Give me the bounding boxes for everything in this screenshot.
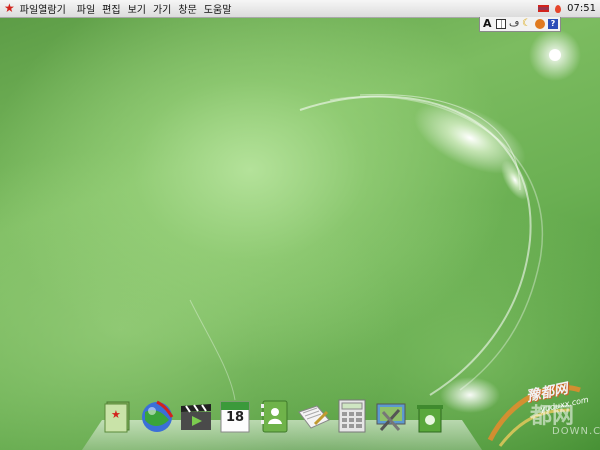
help-icon[interactable]: ? bbox=[548, 19, 558, 29]
system-tray: 07:51 bbox=[538, 0, 596, 17]
menu-window[interactable]: 창문 bbox=[178, 1, 203, 16]
punctuation-icon[interactable]: ڡ bbox=[509, 19, 519, 29]
watermark: 豫都网 yuduxx.com 都网 DOWN.COM bbox=[470, 360, 600, 450]
input-mode-letter[interactable]: A bbox=[483, 18, 493, 29]
menu-file-browser[interactable]: 파일열람기 bbox=[20, 1, 77, 16]
flag-icon[interactable] bbox=[538, 5, 550, 12]
menu-go[interactable]: 가기 bbox=[153, 1, 178, 16]
menu-edit[interactable]: 편집 bbox=[102, 1, 127, 16]
menu-view[interactable]: 보기 bbox=[128, 1, 153, 16]
trash-icon[interactable] bbox=[412, 396, 448, 434]
web-browser-icon[interactable] bbox=[139, 396, 175, 434]
watermark-domain: DOWN.COM bbox=[552, 426, 600, 437]
dock: ★ 18 bbox=[100, 396, 448, 436]
menu-help[interactable]: 도움말 bbox=[204, 1, 239, 16]
video-player-icon[interactable] bbox=[178, 396, 214, 434]
address-book-icon[interactable] bbox=[256, 396, 292, 434]
text-editor-icon[interactable] bbox=[295, 396, 331, 434]
calculator-icon[interactable] bbox=[334, 396, 370, 434]
status-icon[interactable] bbox=[555, 4, 562, 13]
moon-icon[interactable]: ☾ bbox=[522, 19, 532, 29]
top-menu-bar: ★ 파일열람기 파일 편집 보기 가기 창문 도움말 07:51 bbox=[0, 0, 600, 18]
system-settings-icon[interactable] bbox=[373, 396, 409, 434]
menu-file[interactable]: 파일 bbox=[77, 1, 102, 16]
clock[interactable]: 07:51 bbox=[567, 3, 596, 14]
svg-text:★: ★ bbox=[111, 408, 121, 421]
soft-keyboard-icon[interactable] bbox=[535, 19, 545, 29]
layout-icon[interactable] bbox=[496, 19, 506, 29]
photo-viewer-icon[interactable]: ★ bbox=[100, 396, 136, 434]
calendar-icon[interactable]: 18 bbox=[217, 396, 253, 434]
input-method-toolbar: A ڡ ☾ ? bbox=[479, 17, 561, 32]
red-star-menu-icon[interactable]: ★ bbox=[4, 0, 15, 17]
calendar-day: 18 bbox=[225, 410, 245, 425]
